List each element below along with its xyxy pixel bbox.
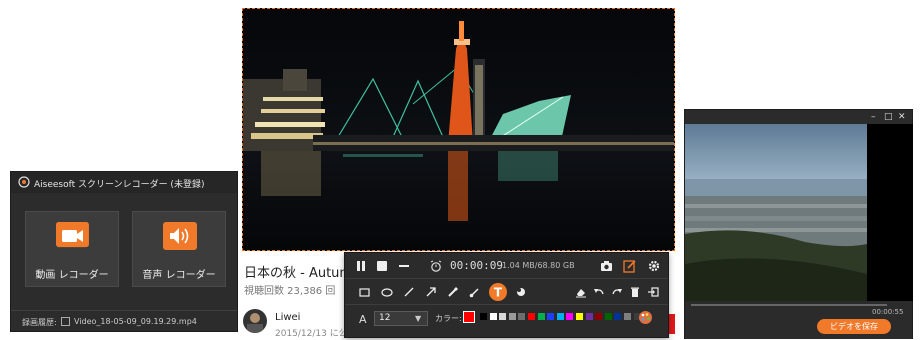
color-swatch[interactable] — [528, 313, 535, 320]
alarm-clock-icon[interactable] — [430, 260, 442, 272]
preview-window: – □ ✕ 00:00:55 ビデオを保存 — [684, 109, 913, 339]
ellipse-tool-icon[interactable] — [381, 287, 393, 298]
save-video-button[interactable]: ビデオを保存 — [817, 319, 891, 334]
exit-edit-icon[interactable] — [647, 286, 659, 298]
minimize-window-icon[interactable]: – — [871, 112, 876, 122]
gear-icon[interactable] — [647, 259, 661, 273]
channel-avatar[interactable] — [243, 309, 267, 333]
color-swatch[interactable] — [537, 313, 545, 320]
svg-text:T: T — [494, 286, 503, 300]
color-swatch[interactable] — [556, 313, 564, 320]
maximize-window-icon[interactable]: □ — [884, 112, 893, 122]
color-swatch[interactable] — [480, 313, 487, 320]
preview-controls: 00:00:55 ビデオを保存 — [685, 301, 912, 339]
color-swatch[interactable] — [518, 313, 526, 320]
video-recorder-label: 動画 レコーダー — [35, 270, 109, 281]
text-tool-icon[interactable]: T — [488, 282, 508, 302]
font-label: A — [359, 313, 367, 326]
color-swatch[interactable] — [604, 313, 612, 320]
app-logo-icon — [18, 176, 30, 188]
stop-icon[interactable] — [376, 260, 388, 272]
color-swatch[interactable] — [489, 313, 497, 320]
night-port-video — [243, 9, 674, 250]
current-color-swatch[interactable] — [463, 311, 475, 323]
brush-tool-icon[interactable] — [469, 286, 481, 298]
recorder-window: Aiseesoft スクリーンレコーダー (未登録) 動画 レコーダー 音声 レ… — [10, 171, 238, 332]
undo-icon[interactable] — [593, 286, 605, 298]
elapsed-time: 00:00:09 — [450, 259, 503, 272]
video-title[interactable]: 日本の秋 - Autumn in Japan — [244, 262, 356, 281]
recorder-titlebar: Aiseesoft スクリーンレコーダー (未登録) — [11, 172, 237, 193]
video-recorder-button[interactable]: 動画 レコーダー — [25, 211, 119, 287]
view-count: 視聴回数 23,386 回 — [244, 286, 336, 297]
play-file-icon[interactable] — [61, 317, 70, 326]
channel-name[interactable]: Liwei — [275, 312, 300, 323]
redo-icon[interactable] — [611, 286, 623, 298]
edit-icon[interactable] — [623, 259, 637, 273]
font-size-select[interactable]: 12 ▼ — [374, 311, 428, 326]
callout-tool-icon[interactable] — [515, 286, 527, 298]
line-tool-icon[interactable] — [403, 286, 415, 298]
color-swatch[interactable] — [508, 313, 516, 320]
color-swatch[interactable] — [624, 313, 631, 320]
preview-video[interactable] — [685, 124, 867, 301]
eraser-icon[interactable] — [575, 286, 587, 298]
color-swatch[interactable] — [547, 313, 555, 320]
recorder-title: Aiseesoft スクリーンレコーダー (未登録) — [34, 180, 205, 190]
toolbar-style-row: A 12 ▼ カラー: — [345, 305, 668, 339]
recording-area[interactable] — [242, 8, 675, 251]
font-size-value: 12 — [379, 313, 391, 323]
file-size: 1.04 MB/68.80 GB — [502, 261, 575, 270]
preview-titlebar: – □ ✕ — [685, 110, 912, 124]
color-swatch[interactable] — [499, 313, 507, 320]
camera-icon[interactable] — [600, 260, 613, 272]
audio-recorder-button[interactable]: 音声 レコーダー — [132, 211, 226, 287]
toolbar-drawing-row: T — [345, 279, 668, 305]
seek-bar[interactable] — [691, 304, 887, 306]
audio-recorder-label: 音声 レコーダー — [142, 270, 216, 281]
speaker-icon — [163, 222, 197, 250]
color-swatch[interactable] — [614, 313, 622, 320]
toolbar-control-row: 00:00:09 1.04 MB/68.80 GB — [345, 253, 668, 279]
rectangle-tool-icon[interactable] — [359, 287, 371, 298]
color-swatch[interactable] — [585, 313, 593, 320]
recording-history: 録画履歴: Video_18-05-09_09.19.29.mp4 — [11, 310, 237, 332]
pause-icon[interactable] — [355, 260, 367, 272]
history-label: 録画履歴: — [22, 318, 57, 327]
color-swatch[interactable] — [576, 313, 583, 320]
color-label: カラー: — [435, 314, 462, 323]
video-camera-icon — [56, 222, 89, 248]
color-swatch[interactable] — [566, 313, 574, 320]
city-aerial-video — [685, 124, 867, 301]
chevron-down-icon: ▼ — [415, 314, 422, 323]
history-file-link[interactable]: Video_18-05-09_09.19.29.mp4 — [74, 317, 197, 326]
color-swatch[interactable] — [595, 313, 603, 320]
minimize-icon[interactable] — [398, 260, 410, 272]
recording-toolbar: 00:00:09 1.04 MB/68.80 GB T A 12 ▼ カラー: — [344, 252, 669, 338]
close-window-icon[interactable]: ✕ — [898, 112, 906, 122]
pen-tool-icon[interactable] — [447, 286, 459, 298]
palette-icon[interactable] — [638, 310, 653, 325]
preview-time: 00:00:55 — [872, 308, 904, 316]
arrow-tool-icon[interactable] — [425, 286, 437, 298]
preview-letterbox — [867, 124, 913, 301]
trash-icon[interactable] — [629, 286, 641, 298]
